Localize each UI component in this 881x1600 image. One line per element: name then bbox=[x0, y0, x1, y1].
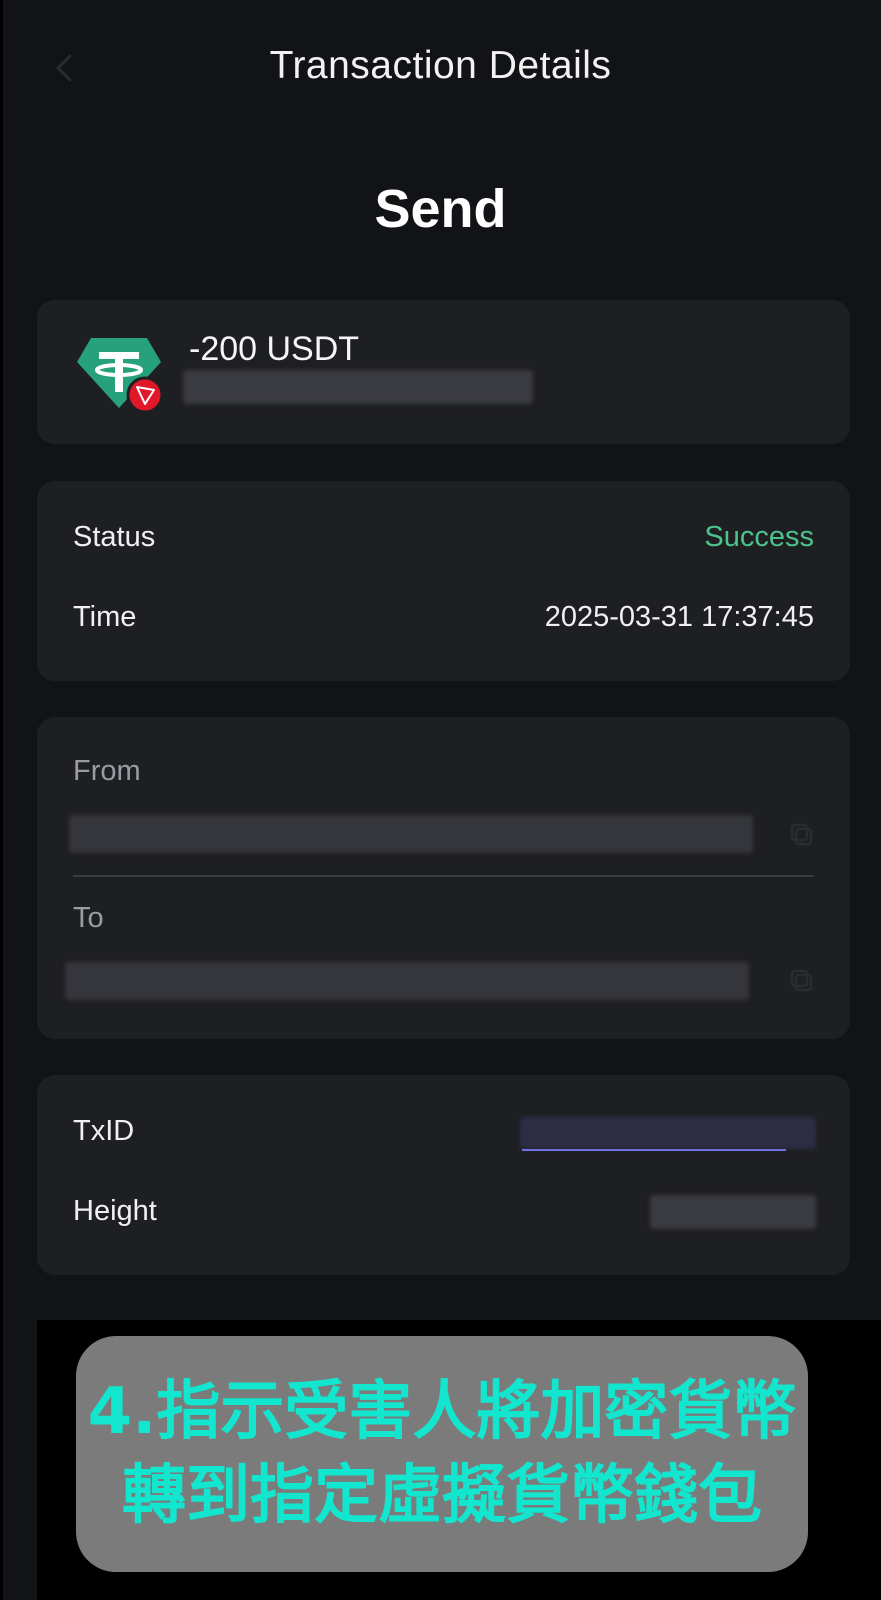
txid-card: TxID Height bbox=[37, 1075, 850, 1275]
status-value: Success bbox=[704, 521, 814, 553]
address-card: From To bbox=[37, 717, 850, 1039]
redacted-to-address[interactable] bbox=[65, 962, 749, 1000]
to-label: To bbox=[73, 902, 104, 934]
token-logo bbox=[75, 334, 164, 414]
from-label: From bbox=[73, 755, 141, 787]
caption-box: 4.指示受害人將加密貨幣 轉到指定虛擬貨幣錢包 bbox=[76, 1336, 808, 1572]
copy-icon bbox=[790, 969, 813, 992]
time-value: 2025-03-31 17:37:45 bbox=[544, 601, 814, 633]
asset-card: -200 USDT bbox=[37, 300, 850, 444]
tron-icon bbox=[126, 376, 164, 414]
status-label: Status bbox=[73, 521, 156, 553]
copy-from-button[interactable] bbox=[788, 821, 816, 849]
frame-edge bbox=[0, 0, 3, 1600]
address-divider bbox=[73, 875, 814, 877]
redacted-txid-link[interactable] bbox=[520, 1113, 816, 1153]
height-label: Height bbox=[73, 1195, 157, 1227]
caption-line-2: 轉到指定虛擬貨幣錢包 bbox=[122, 1459, 762, 1533]
status-card: Status Success Time 2025-03-31 17:37:45 bbox=[37, 481, 850, 681]
page-title: Send bbox=[374, 179, 507, 239]
copy-to-button[interactable] bbox=[788, 967, 816, 995]
link-underline bbox=[522, 1149, 786, 1151]
redacted-height-value bbox=[650, 1195, 816, 1229]
redacted-subtitle bbox=[183, 370, 533, 404]
caption-line-1: 4.指示受害人將加密貨幣 bbox=[87, 1375, 797, 1449]
time-label: Time bbox=[73, 601, 137, 633]
amount-text: -200 USDT bbox=[189, 330, 360, 368]
txid-label: TxID bbox=[73, 1115, 135, 1147]
redacted-from-address[interactable] bbox=[69, 815, 753, 853]
copy-icon bbox=[790, 823, 813, 846]
header-title: Transaction Details bbox=[269, 44, 612, 87]
redacted-txid-value bbox=[520, 1117, 816, 1149]
